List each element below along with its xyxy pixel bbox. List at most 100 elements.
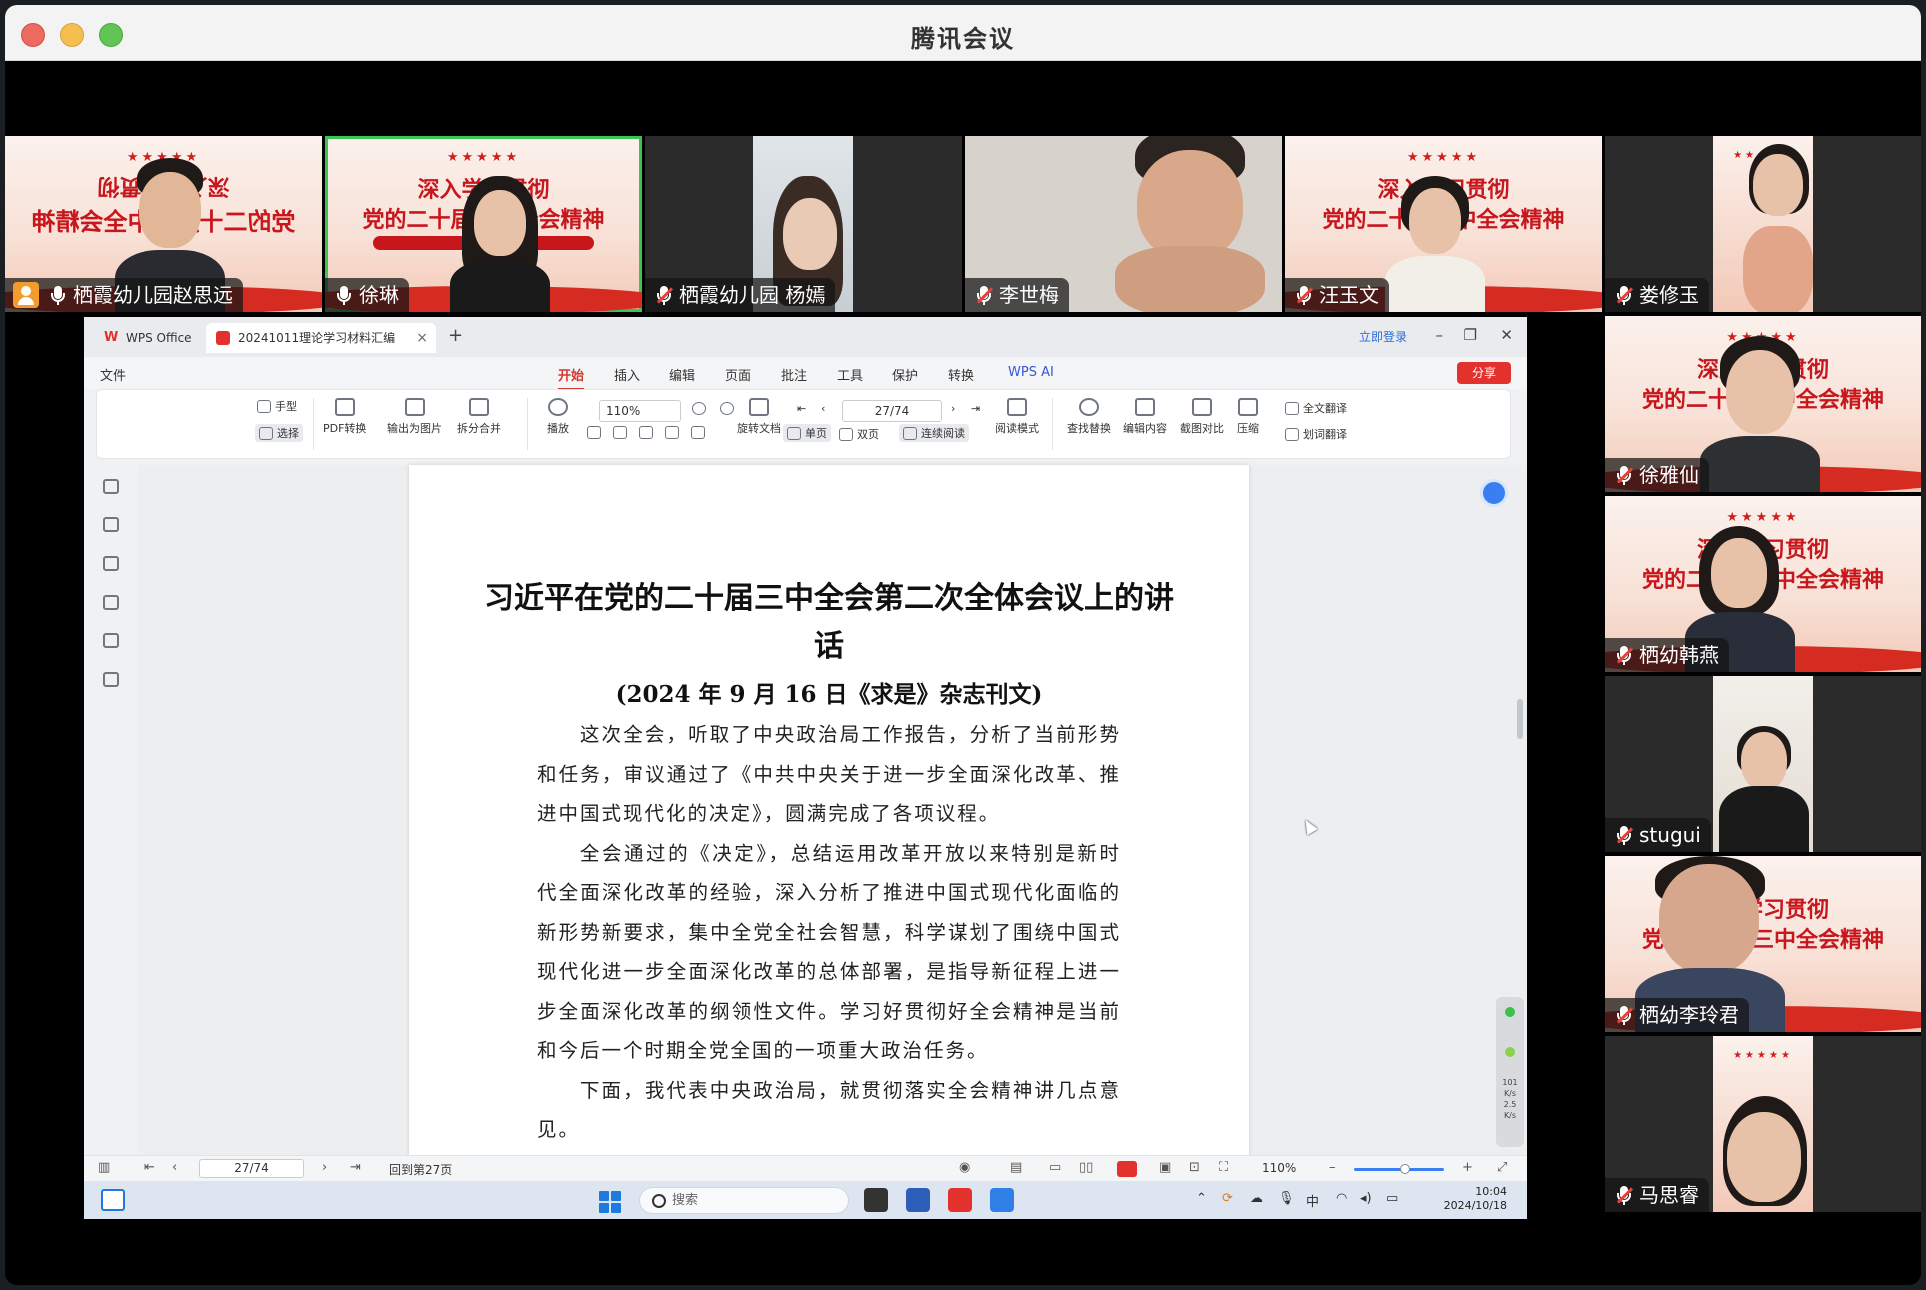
video-tile-xuyaxian[interactable]: ★★★★★ 深入学习贯彻 党的二十届三中全会精神 徐雅仙 [1605, 316, 1921, 492]
fullscreen-icon[interactable]: ⛶ [1219, 1160, 1228, 1175]
rotate-button[interactable]: 旋转文档 [737, 398, 781, 436]
prev-page-icon[interactable]: ‹ [172, 1160, 177, 1175]
sidebar-toggle-icon[interactable]: ▥ [98, 1160, 110, 1175]
page-icon[interactable] [639, 426, 653, 439]
export-image-button[interactable]: 输出为图片 [387, 398, 442, 436]
compress-button[interactable]: 压缩 [1237, 398, 1259, 436]
taskbar-search[interactable]: 搜索 [639, 1187, 849, 1214]
close-icon[interactable]: ✕ [1500, 326, 1513, 344]
read-mode-button[interactable]: 阅读模式 [995, 398, 1039, 436]
eye-icon[interactable]: ◉ [959, 1160, 970, 1175]
video-tile-hanyan[interactable]: ★★★★★ 深入学习贯彻 党的二十届三中全会精神 栖幼韩燕 [1605, 496, 1921, 672]
zoom-out-icon[interactable]: – [1329, 1160, 1336, 1175]
video-tile-lishimei[interactable]: 李世梅 [965, 136, 1282, 312]
new-tab-button[interactable]: + [448, 325, 463, 346]
expand-icon[interactable]: ⤢ [1497, 1160, 1507, 1175]
signature-icon[interactable] [103, 633, 119, 648]
first-page-icon[interactable]: ⇤ [144, 1160, 155, 1175]
page-indicator-input[interactable]: 27/74 [199, 1159, 304, 1178]
document-page[interactable]: 习近平在党的二十届三中全会第二次全体会议上的讲话 (2024 年 9 月 16 … [409, 465, 1249, 1155]
zoom-in-icon[interactable] [720, 402, 734, 415]
video-tile-zhaosiyuan[interactable]: ★★★★★ 深入学习贯彻 党的二十届三中全会精神 栖霞幼儿园赵思远 [5, 136, 322, 312]
ime-indicator[interactable]: 中 [1306, 1191, 1319, 1210]
word-translate-button[interactable]: 划词翻译 [1285, 426, 1347, 442]
document-tab[interactable]: 20241011理论学习材料汇编 × [206, 323, 436, 353]
play-button[interactable]: 播放 [547, 398, 569, 436]
page-number-input[interactable]: 27/74 [842, 400, 942, 422]
find-replace-button[interactable]: 查找替换 [1067, 398, 1111, 436]
video-tile-lilingjun[interactable]: 深入学习贯彻 党的二十届三中全会精神 栖幼李玲君 [1605, 856, 1921, 1032]
continuous-view-icon[interactable]: ▤ [1010, 1160, 1022, 1175]
close-tab-icon[interactable]: × [416, 323, 428, 353]
scrollbar-thumb[interactable] [1517, 699, 1523, 739]
zoom-select[interactable]: 110% [599, 400, 681, 422]
tray-chevron-icon[interactable]: ⌃ [1196, 1191, 1207, 1206]
store-app-icon[interactable] [906, 1188, 930, 1212]
double-page-button[interactable]: 双页 [839, 426, 879, 442]
edit-content-button[interactable]: 编辑内容 [1123, 398, 1167, 436]
menu-protect[interactable]: 保护 [892, 365, 918, 384]
menu-tools[interactable]: 工具 [837, 365, 863, 384]
record-icon[interactable] [1117, 1161, 1137, 1177]
fit-width-icon[interactable]: ▣ [1159, 1160, 1171, 1175]
rotate-right-icon[interactable] [691, 426, 705, 439]
zoom-slider-knob[interactable] [1400, 1164, 1410, 1174]
next-page-icon[interactable]: › [322, 1160, 327, 1175]
bookmark-icon[interactable] [103, 479, 119, 494]
volume-icon[interactable]: ◂) [1360, 1191, 1372, 1206]
meeting-app-icon[interactable] [990, 1188, 1014, 1212]
share-button[interactable]: 分享 [1457, 362, 1511, 384]
terminal-app-icon[interactable] [864, 1188, 888, 1212]
sync-icon[interactable]: ⟳ [1222, 1191, 1233, 1206]
widgets-icon[interactable] [101, 1189, 125, 1211]
split-merge-button[interactable]: 拆分合并 [457, 398, 501, 436]
menu-page[interactable]: 页面 [725, 365, 751, 384]
zoom-slider[interactable] [1354, 1164, 1444, 1174]
hand-tool[interactable]: 手型 [257, 398, 297, 414]
start-icon[interactable] [599, 1191, 621, 1213]
shared-screen[interactable]: W WPS Office 20241011理论学习材料汇编 × + 立即登录 –… [84, 317, 1527, 1219]
crop-icon[interactable] [613, 426, 627, 439]
menu-comment[interactable]: 批注 [781, 365, 807, 384]
video-tile-masirui[interactable]: ★★★★★ 马思睿 [1605, 1036, 1921, 1212]
video-tile-yangyan[interactable]: 栖霞幼儿园 杨嫣 [645, 136, 962, 312]
single-view-icon[interactable]: ▭ [1049, 1160, 1061, 1175]
menu-file[interactable]: 文件 [100, 365, 126, 384]
zoom-in-icon[interactable]: + [1462, 1160, 1473, 1175]
full-translate-button[interactable]: 全文翻译 [1285, 400, 1347, 416]
thumbnail-icon[interactable] [103, 517, 119, 532]
comment-icon[interactable] [103, 556, 119, 571]
first-page-icon[interactable]: ⇤ [797, 402, 806, 415]
clock[interactable]: 10:04 2024/10/18 [1444, 1185, 1507, 1213]
back-to-page-link[interactable]: 回到第27页 [389, 1161, 452, 1178]
wifi-icon[interactable]: ◠ [1336, 1191, 1347, 1206]
attachment-icon[interactable] [103, 595, 119, 610]
wps-home-tab[interactable]: W WPS Office [94, 323, 198, 353]
menu-wps-ai[interactable]: WPS AI [1008, 365, 1054, 380]
layers-icon[interactable] [103, 672, 119, 687]
last-page-icon[interactable]: ⇥ [971, 402, 980, 415]
cloud-icon[interactable]: ☁ [1250, 1191, 1263, 1206]
restore-icon[interactable]: ❐ [1464, 326, 1477, 344]
fit-page-icon[interactable]: ⊡ [1189, 1160, 1200, 1175]
menu-insert[interactable]: 插入 [614, 365, 640, 384]
pdf-convert-button[interactable]: PDF转换 [323, 398, 366, 436]
double-view-icon[interactable]: ▯▯ [1079, 1160, 1093, 1175]
zoom-level[interactable]: 110% [1262, 1161, 1296, 1175]
video-tile-xulin[interactable]: ★★★★★ 深入学习贯彻 党的二十届三中全会精神 徐琳 [325, 136, 642, 312]
fit-icon[interactable] [587, 426, 601, 439]
menu-edit[interactable]: 编辑 [669, 365, 695, 384]
next-page-icon[interactable]: › [951, 402, 955, 415]
video-tile-stugui[interactable]: stugui [1605, 676, 1921, 852]
prev-page-icon[interactable]: ‹ [821, 402, 825, 415]
rotate-left-icon[interactable] [665, 426, 679, 439]
video-tile-louxiuyu[interactable]: ★★★★★ 娄修玉 [1605, 136, 1921, 312]
login-link[interactable]: 立即登录 [1359, 328, 1407, 345]
continuous-read-button[interactable]: 连续阅读 [899, 424, 969, 442]
menu-start[interactable]: 开始 [558, 365, 585, 390]
zoom-out-icon[interactable] [692, 402, 706, 415]
last-page-icon[interactable]: ⇥ [350, 1160, 361, 1175]
single-page-button[interactable]: 单页 [783, 424, 831, 442]
video-tile-wangyuwen[interactable]: ★★★★★ 深入学习贯彻 党的二十届三中全会精神 汪玉文 [1285, 136, 1602, 312]
select-tool[interactable]: 选择 [255, 424, 303, 442]
